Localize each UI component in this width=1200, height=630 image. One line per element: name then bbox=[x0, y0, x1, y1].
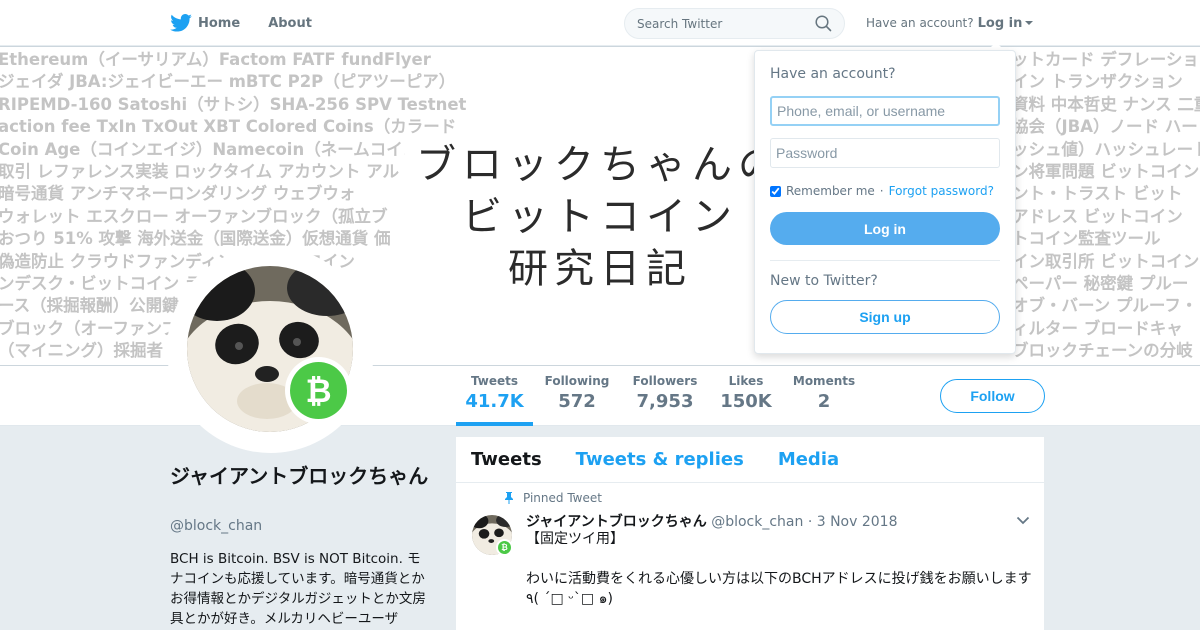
stat-followers[interactable]: Followers 7,953 bbox=[628, 374, 702, 412]
stat-value: 41.7K bbox=[465, 391, 524, 412]
banner-line: ットカード デフレーショ bbox=[1012, 50, 1199, 69]
login-prompt: Have an account? Log in bbox=[866, 0, 1034, 46]
nav-about-link[interactable]: About bbox=[268, 16, 312, 31]
search-input[interactable]: Search Twitter bbox=[624, 8, 845, 39]
new-to-twitter-text: New to Twitter? bbox=[770, 273, 878, 289]
banner-line: イン取引所 ビットコイン bbox=[1012, 251, 1200, 271]
banner-background-text-right: ットカード デフレーショ イン トランザクション 資料 中本哲史 ナンス 二重 … bbox=[1012, 49, 1200, 363]
tweet-author-handle[interactable]: @block_chan bbox=[711, 514, 803, 530]
pinned-tweet-text: Pinned Tweet bbox=[523, 491, 602, 505]
username-field[interactable] bbox=[770, 96, 1000, 126]
tweet-text: 【固定ツイ用】 わいに活動費をくれる心優しい方は以下のBCHアドレスに投げ銭をお… bbox=[526, 529, 1036, 609]
stat-likes[interactable]: Likes 150K bbox=[716, 374, 776, 412]
banner-line: ント・トラスト ビット bbox=[1012, 184, 1183, 204]
banner-line: 協会（JBA）ノード ハー bbox=[1012, 117, 1198, 137]
banner-line: ペーパー 秘密鍵 プルー bbox=[1012, 274, 1189, 294]
stat-label: Followers bbox=[632, 374, 698, 388]
chevron-down-icon[interactable] bbox=[1016, 516, 1030, 525]
stat-value: 2 bbox=[817, 391, 831, 412]
timeline-tabs: Tweets Tweets & replies Media bbox=[456, 437, 1044, 483]
banner-line: オブ・バーン プルーフ・ bbox=[1012, 296, 1198, 316]
banner-title: ブロックちゃんの ビットコイン 研究日記 bbox=[405, 139, 795, 295]
top-nav: Home About Search Twitter Have an accoun… bbox=[0, 0, 1200, 46]
banner-line: トコイン監査ツール bbox=[1012, 229, 1161, 249]
banner-line: ン将軍問題 ビットコイン bbox=[1012, 162, 1200, 182]
stat-label: Moments bbox=[792, 374, 856, 388]
tweet-author-name[interactable]: ジャイアントブロックちゃん bbox=[526, 514, 707, 530]
have-account-text: Have an account? bbox=[866, 16, 974, 30]
bitcoin-icon: ₿ bbox=[290, 362, 347, 419]
profile-handle[interactable]: @block_chan bbox=[170, 518, 262, 534]
login-dropdown: Have an account? Remember me · Forgot pa… bbox=[754, 50, 1016, 354]
tweet-header: ジャイアントブロックちゃん @block_chan · 3 Nov 2018 bbox=[526, 511, 898, 531]
pin-icon bbox=[505, 492, 513, 504]
stat-value: 150K bbox=[720, 391, 772, 412]
remember-row: Remember me · Forgot password? bbox=[770, 184, 994, 198]
active-stat-indicator bbox=[456, 422, 533, 426]
tab-tweets-replies[interactable]: Tweets & replies bbox=[576, 449, 744, 470]
search-icon[interactable] bbox=[815, 15, 832, 32]
profile-name[interactable]: ジャイアントブロックちゃん bbox=[170, 462, 430, 490]
nav-home-link[interactable]: Home bbox=[170, 14, 240, 32]
stat-value: 572 bbox=[558, 391, 596, 412]
banner-line: ブロックチェーンの分岐 bbox=[1012, 341, 1193, 361]
login-heading: Have an account? bbox=[770, 66, 896, 82]
profile-avatar-frame bbox=[167, 246, 374, 453]
password-field[interactable] bbox=[770, 138, 1000, 168]
bitcoin-cash-badge: ₿ bbox=[285, 357, 352, 424]
tweet-date[interactable]: · 3 Nov 2018 bbox=[808, 514, 898, 530]
twitter-bird-icon bbox=[170, 14, 192, 32]
pinned-tweet-label: Pinned Tweet bbox=[504, 491, 602, 505]
tweet-line: 【固定ツイ用】 bbox=[526, 531, 624, 547]
separator-dot: · bbox=[879, 184, 884, 198]
banner-title-line: ビットコイン bbox=[462, 194, 738, 240]
banner-line: ッシュ値）ハッシュレート bbox=[1012, 139, 1200, 159]
banner-line: イン トランザクション bbox=[1012, 72, 1183, 92]
tab-media[interactable]: Media bbox=[778, 449, 839, 470]
bitcoin-icon: ₿ bbox=[498, 541, 511, 554]
bitcoin-cash-badge: ₿ bbox=[496, 539, 513, 556]
banner-line: ィルター ブロードキャ bbox=[1012, 318, 1183, 338]
stat-label: Tweets bbox=[470, 374, 519, 388]
follow-button[interactable]: Follow bbox=[940, 379, 1045, 413]
profile-bio: BCH is Bitcoin. BSV is NOT Bitcoin. モナコイ… bbox=[170, 551, 426, 627]
login-menu-toggle[interactable]: Log in bbox=[978, 16, 1023, 31]
banner-line: アドレス ビットコイン bbox=[1012, 206, 1183, 226]
login-button[interactable]: Log in bbox=[770, 212, 1000, 245]
banner-line: 資料 中本哲史 ナンス 二重 bbox=[1012, 94, 1200, 114]
remember-me-checkbox[interactable] bbox=[770, 185, 781, 197]
stat-value: 7,953 bbox=[636, 391, 694, 412]
stat-label: Following bbox=[544, 374, 610, 388]
timeline: Tweets Tweets & replies Media Pinned Twe… bbox=[456, 437, 1044, 630]
banner-title-line: 研究日記 bbox=[508, 246, 692, 292]
search-placeholder: Search Twitter bbox=[637, 16, 723, 31]
stat-label: Likes bbox=[728, 374, 764, 388]
tab-tweets[interactable]: Tweets bbox=[471, 449, 542, 470]
remember-me-label[interactable]: Remember me bbox=[786, 184, 875, 198]
divider bbox=[770, 260, 1000, 261]
tweet-line: わいに活動費をくれる心優しい方は以下のBCHアドレスに投げ銭をお願いします bbox=[526, 571, 1032, 587]
stat-tweets[interactable]: Tweets 41.7K bbox=[456, 374, 533, 412]
signup-button[interactable]: Sign up bbox=[770, 300, 1000, 334]
tweet-line: ٩( ´□ ᵕ`□ ๑) bbox=[526, 591, 613, 607]
forgot-password-link[interactable]: Forgot password? bbox=[889, 184, 994, 198]
nav-left: Home About bbox=[170, 0, 312, 46]
caret-down-icon[interactable] bbox=[1025, 21, 1034, 25]
stat-following[interactable]: Following 572 bbox=[540, 374, 614, 412]
banner-title-line: ブロックちゃんの bbox=[416, 142, 784, 188]
stat-moments[interactable]: Moments 2 bbox=[792, 374, 856, 412]
nav-home-label: Home bbox=[198, 15, 241, 31]
